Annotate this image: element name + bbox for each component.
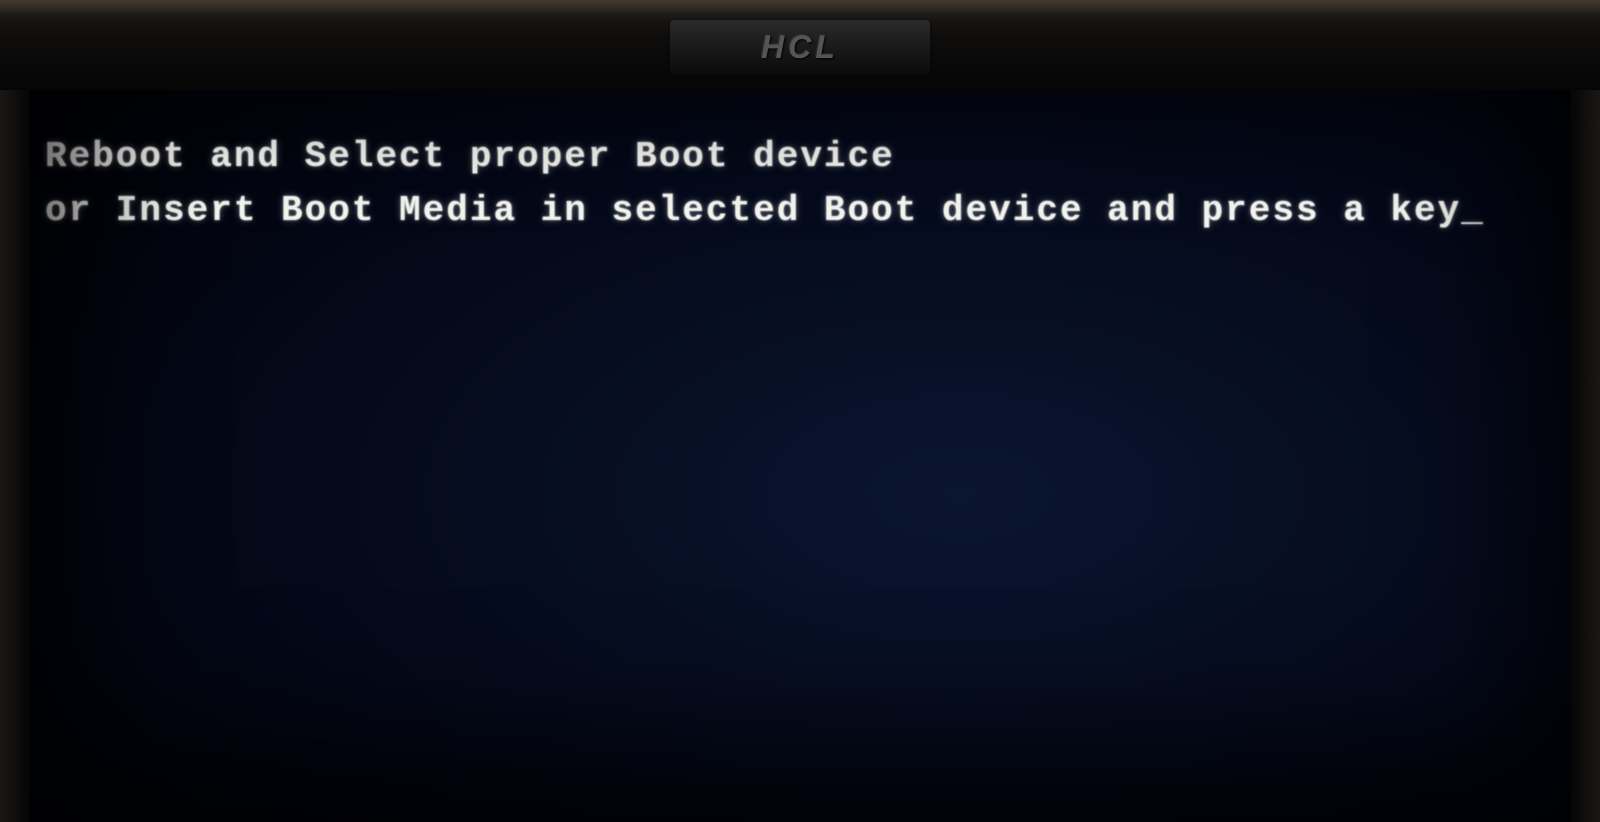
bios-boot-error-screen: Reboot and Select proper Boot device or …: [45, 130, 1560, 238]
bios-error-line-2: or Insert Boot Media in selected Boot de…: [45, 190, 1461, 231]
bios-error-line-1: Reboot and Select proper Boot device: [45, 136, 895, 177]
text-cursor-icon: _: [1461, 184, 1485, 238]
ambient-light-edge: [0, 0, 1600, 20]
monitor-bezel-right: [1570, 0, 1600, 822]
screen-vignette: [0, 0, 1600, 822]
monitor-brand-badge: HCL: [670, 20, 930, 75]
monitor-brand-text: HCL: [761, 29, 839, 66]
monitor-bezel-left: [0, 0, 30, 822]
